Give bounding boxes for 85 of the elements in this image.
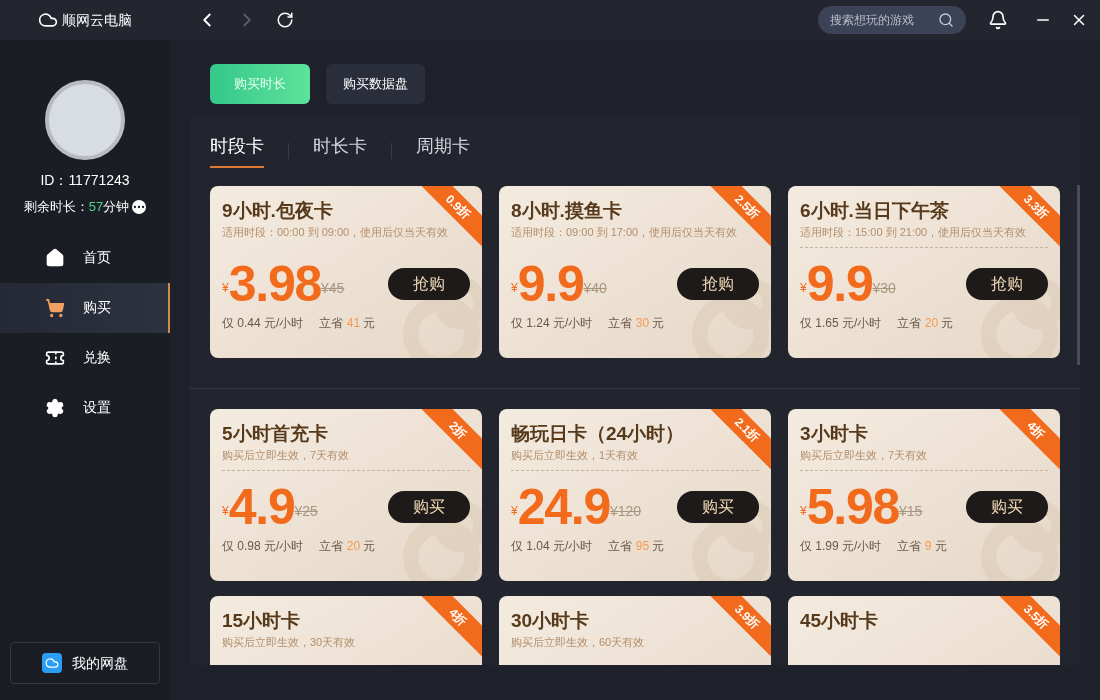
discount-label: 0.9折 [441,190,475,224]
card-subtitle: 适用时段：15:00 到 21:00，使用后仅当天有效 [800,225,1027,240]
hourly-rate: 仅 1.99 元/小时 [800,538,882,555]
discount-label: 3.5折 [1019,600,1053,634]
buy-button[interactable]: 抢购 [388,268,470,300]
currency-symbol: ¥ [800,281,807,295]
card-title: 15小时卡 [222,609,301,633]
hourly-rate: 仅 1.65 元/小时 [800,315,882,332]
buy-button[interactable]: 购买 [388,491,470,523]
card-subtitle: 购买后立即生效，30天有效 [222,635,356,650]
card-subtitle: 购买后立即生效，7天有效 [222,448,350,463]
cloud-disk-button[interactable]: 我的网盘 [10,642,160,684]
hourly-rate: 仅 1.24 元/小时 [511,315,593,332]
card-type-tab[interactable]: 周期卡 [416,133,470,168]
card-subtitle: 适用时段：09:00 到 17:00，使用后仅当天有效 [511,225,738,240]
search-input[interactable]: 搜索想玩的游戏 [830,11,930,29]
user-id: ID：11771243 [39,171,131,190]
savings-text: 立省 95 元 [608,538,665,555]
card-title: 6小时.当日下午茶 [800,199,949,223]
discount-label: 4折 [445,604,471,630]
card-type-tab[interactable]: 时段卡 [210,133,264,168]
settings-icon [45,397,65,418]
original-price: ¥120 [610,502,642,519]
cloud-logo-icon [38,10,58,30]
discount-label: 2折 [445,417,471,443]
card-subtitle: 适用时段：00:00 到 09:00，使用后仅当天有效 [222,225,449,240]
discount-label: 3.3折 [1019,190,1053,224]
app-title: 顺网云电脑 [62,10,133,30]
card-subtitle: 购买后立即生效，60天有效 [511,635,645,650]
savings-text: 立省 30 元 [608,315,665,332]
original-price: ¥25 [294,502,318,519]
refresh-icon[interactable] [276,11,294,29]
savings-text: 立省 20 元 [319,538,376,555]
original-price: ¥30 [872,279,896,296]
hourly-rate: 仅 0.44 元/小时 [222,315,304,332]
original-price: ¥15 [899,502,923,519]
card-title: 畅玩日卡（24小时） [511,422,685,446]
search-field[interactable]: 搜索想玩的游戏 [818,6,966,34]
bell-icon[interactable] [988,10,1008,30]
remaining-time: 剩余时长：57分钟 [23,198,130,216]
card-subtitle: 购买后立即生效，7天有效 [800,448,928,463]
discount-label: 4折 [1023,417,1049,443]
card-title: 30小时卡 [511,609,590,633]
card-title: 5小时首充卡 [222,422,328,446]
discount-label: 3.9折 [730,600,764,634]
card-title: 8小时.摸鱼卡 [511,199,622,223]
card-title: 45小时卡 [800,609,879,633]
price: 3.98 [228,256,321,312]
price: 5.98 [806,479,899,535]
card-title: 9小时.包夜卡 [222,199,333,223]
currency-symbol: ¥ [222,504,229,518]
buy-button[interactable]: 购买 [966,491,1048,523]
currency-symbol: ¥ [511,504,518,518]
currency-symbol: ¥ [800,504,807,518]
buy-button[interactable]: 抢购 [966,268,1048,300]
cart-icon [45,297,65,318]
nav-item[interactable]: 兑换 [0,332,170,383]
nav-item[interactable]: 首页 [0,232,170,283]
nav-item[interactable]: 设置 [0,382,170,433]
buy-button[interactable]: 抢购 [677,268,759,300]
savings-text: 立省 9 元 [897,538,947,555]
price: 9.9 [806,256,873,312]
hourly-rate: 仅 0.98 元/小时 [222,538,304,555]
nav-item[interactable]: 购买 [0,282,170,333]
buy-button[interactable]: 购买 [677,491,759,523]
home-icon [45,247,65,268]
savings-text: 立省 41 元 [319,315,376,332]
currency-symbol: ¥ [511,281,518,295]
original-price: ¥45 [321,279,345,296]
savings-text: 立省 20 元 [897,315,954,332]
more-icon[interactable] [132,199,147,214]
purchase-tab[interactable]: 购买数据盘 [326,64,425,104]
currency-symbol: ¥ [222,281,229,295]
price: 9.9 [517,256,584,312]
original-price: ¥40 [583,279,607,296]
discount-label: 2.5折 [730,190,764,224]
scrollbar-thumb[interactable] [1077,185,1080,365]
card-subtitle: 购买后立即生效，1天有效 [511,448,639,463]
price: 24.9 [517,479,610,535]
discount-label: 2.1折 [730,413,764,447]
card-type-tab[interactable]: 时长卡 [313,133,367,168]
price: 4.9 [228,479,295,535]
card-title: 3小时卡 [800,422,868,446]
hourly-rate: 仅 1.04 元/小时 [511,538,593,555]
search-icon [938,12,954,28]
